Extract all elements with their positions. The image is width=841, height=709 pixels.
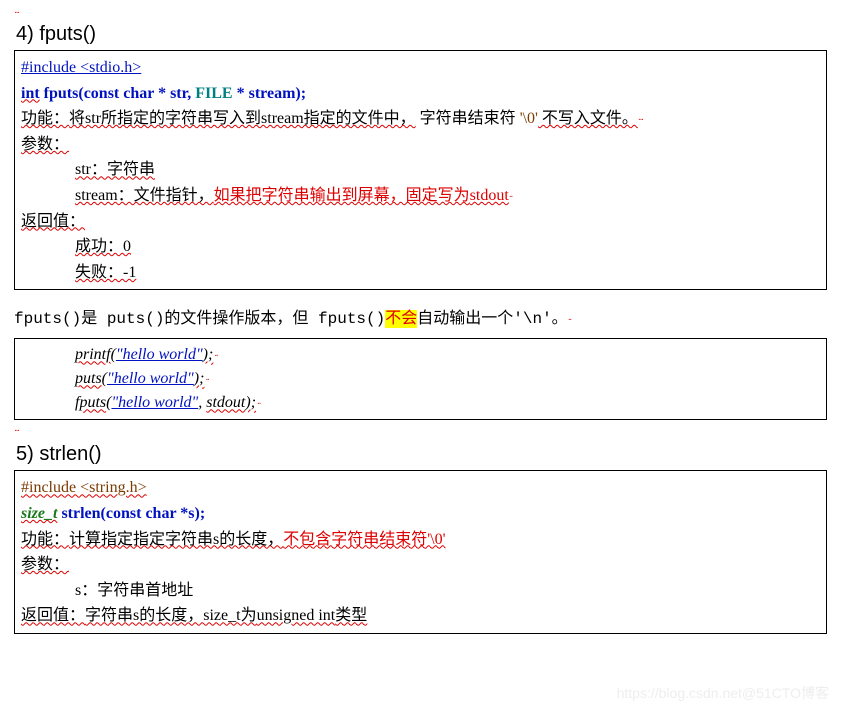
include-line-4: #include <stdio.h> [21,59,141,76]
puts-call: puts [75,370,102,387]
fn-name-strlen: strlen( [57,505,105,522]
code-example-box: printf("hello world");ᐧᐧ puts("hello wor… [14,338,827,420]
top-squiggle: ᐧᐧᐧ [14,8,827,19]
return-ok: 成功：0 [21,234,820,260]
kw-int: int [21,85,40,102]
return-label-4: 返回值： [21,209,820,235]
return-fail: 失败：-1 [21,260,820,286]
param-str: str：字符串 [21,157,820,183]
highlight-not: 不会 [385,310,417,328]
watermark: https://blog.csdn.net@51CTO博客 [617,683,829,703]
mid-squiggle: ᐧᐧᐧ [14,426,827,437]
section5-box: #include <string.h> size_t strlen(const … [14,470,827,634]
null-char: '\0' [520,110,538,127]
strlen-func-desc: 功能：计算指定指定字符串s的长度，不包含字符串结束符'\0' [21,527,820,553]
kw-file: FILE [195,85,232,102]
arg-s: *s); [176,505,205,522]
func-text-a: 将str所指定的字符串写入到stream指定的文件中， [69,110,416,127]
strlen-signature: size_t strlen(const char *s); [21,501,820,527]
between-note: fputs()是 puts()的文件操作版本，但 fputs()不会自动输出一个… [14,304,827,328]
params-label-5: 参数： [21,552,820,578]
section5-title: 5) strlen() [16,443,827,466]
include-line-5: #include <string.h> [21,479,147,496]
return-5: 返回值：字符串s的长度，size_t为unsigned int类型 [21,603,820,629]
trail-sq: ᐧᐧᐧ [638,115,643,126]
kw-const-char-5: const char [106,505,176,522]
label-func: 功能： [21,110,69,127]
arg-str: * str, [154,85,195,102]
arg-stream: * stream); [233,85,306,102]
fputs-call: fputs [75,394,106,411]
params-label-4: 参数： [21,132,820,158]
printf-call: printf [75,346,111,363]
section4-box: #include <stdio.h> int fputs(const char … [14,50,827,290]
fputs-func-desc: 功能：将str所指定的字符串写入到stream指定的文件中， 字符串结束符 '\… [21,106,820,132]
fputs-signature: int fputs(const char * str, FILE * strea… [21,81,820,107]
func-text-c: 不写入文件。 [538,110,638,127]
param-stream: stream：文件指针，如果把字符串输出到屏幕，固定写为stdoutᐧᐧ [21,183,820,209]
param-s: s：字符串首地址 [21,578,820,604]
kw-size-t: size_t [21,505,57,522]
kw-const-char: const char [84,85,154,102]
fn-name-fputs: fputs( [40,85,84,102]
section4-title: 4) fputs() [16,23,827,46]
func-text-b: 字符串结束符 [416,110,520,127]
